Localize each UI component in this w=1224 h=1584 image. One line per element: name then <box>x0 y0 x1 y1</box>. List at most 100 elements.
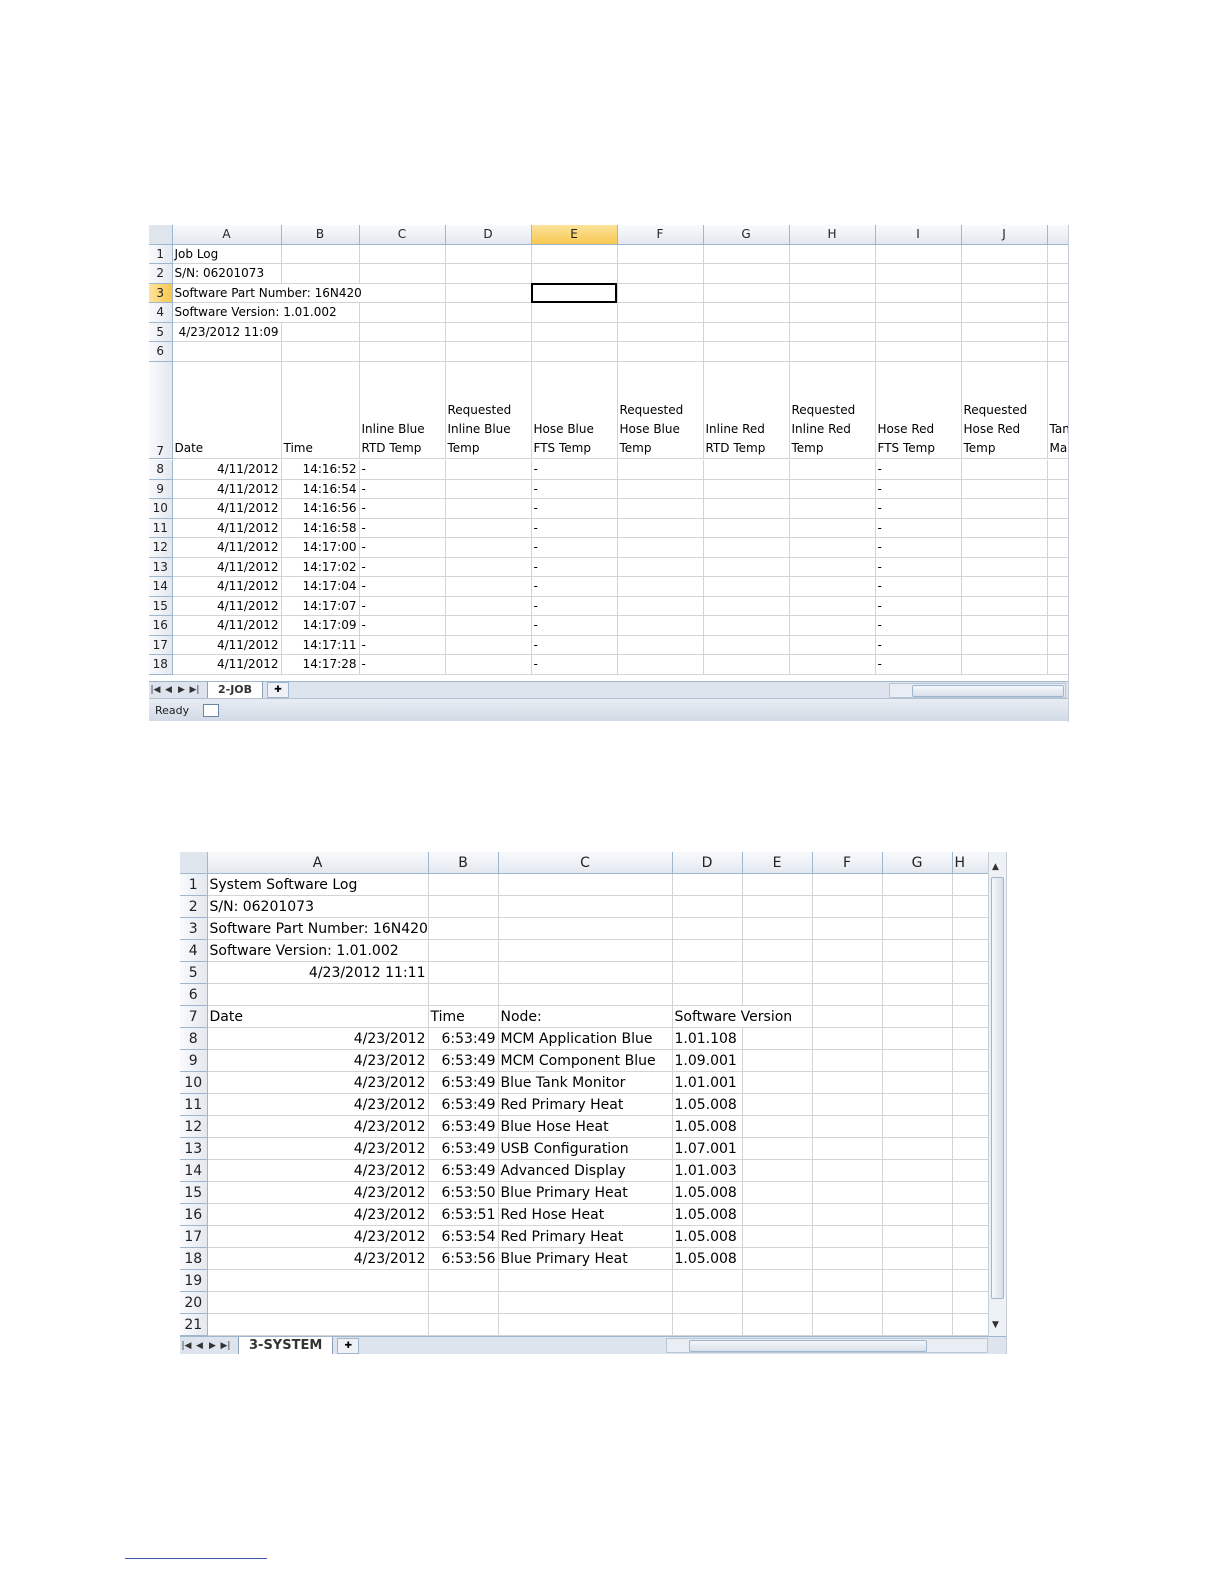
cell[interactable]: - <box>531 576 618 597</box>
date-cell[interactable]: 4/11/2012 <box>172 576 282 597</box>
cell[interactable] <box>1047 460 1068 480</box>
date-cell[interactable]: 4/23/2012 <box>207 1115 429 1138</box>
cell[interactable] <box>445 283 532 303</box>
cell[interactable] <box>961 244 1048 264</box>
time-cell[interactable]: 14:17:04 <box>281 576 360 597</box>
time-cell[interactable]: 6:53:49 <box>428 1115 499 1138</box>
date-cell[interactable]: 4/11/2012 <box>172 479 282 499</box>
time-cell[interactable]: 14:16:58 <box>281 518 360 538</box>
cell[interactable] <box>812 1313 883 1336</box>
cell[interactable] <box>1047 576 1068 597</box>
column-header-c[interactable]: C <box>359 225 446 245</box>
cell[interactable] <box>742 939 813 962</box>
first-sheet-icon[interactable]: |◀ <box>149 685 162 695</box>
first-sheet-icon[interactable]: |◀ <box>180 1341 193 1351</box>
last-sheet-icon[interactable]: ▶| <box>188 685 201 695</box>
cell[interactable] <box>703 596 790 616</box>
date-cell[interactable]: 4/23/2012 <box>207 1203 429 1226</box>
cell[interactable] <box>531 263 618 284</box>
column-title-node[interactable]: Node: <box>498 1005 673 1028</box>
cell[interactable] <box>742 1027 813 1050</box>
cell[interactable] <box>445 596 532 616</box>
cell[interactable] <box>445 244 532 264</box>
row-header[interactable]: 8 <box>149 460 173 480</box>
cell[interactable] <box>445 479 532 499</box>
column-header-g[interactable]: G <box>882 852 953 874</box>
cell[interactable] <box>812 1203 883 1226</box>
date-cell[interactable]: 4/23/2012 <box>207 1093 429 1116</box>
cell[interactable]: - <box>359 596 446 616</box>
cell[interactable] <box>812 1115 883 1138</box>
cell[interactable] <box>961 557 1048 577</box>
cell[interactable] <box>882 1225 953 1248</box>
cell[interactable] <box>742 1247 813 1270</box>
cell[interactable] <box>703 263 790 284</box>
cell[interactable] <box>882 1049 953 1072</box>
cell[interactable] <box>445 263 532 284</box>
cell[interactable]: System Software Log <box>207 874 429 896</box>
cell[interactable] <box>672 1269 743 1292</box>
time-cell[interactable]: 14:17:11 <box>281 635 360 655</box>
column-header-a[interactable]: A <box>172 225 282 245</box>
cell[interactable] <box>812 1049 883 1072</box>
cell[interactable] <box>812 1027 883 1050</box>
cell[interactable] <box>703 518 790 538</box>
cell[interactable]: - <box>875 498 962 519</box>
cell[interactable] <box>961 518 1048 538</box>
cell[interactable] <box>445 341 532 362</box>
column-title[interactable]: Requested Inline Blue Temp <box>445 361 532 459</box>
date-cell[interactable]: 4/11/2012 <box>172 537 282 558</box>
cell[interactable] <box>445 537 532 558</box>
cell[interactable] <box>172 341 282 362</box>
date-cell[interactable]: 4/23/2012 <box>207 1225 429 1248</box>
version-cell[interactable]: 1.09.001 <box>672 1049 743 1072</box>
cell[interactable]: - <box>359 654 446 675</box>
sheet-tab-3-system[interactable]: 3-SYSTEM <box>238 1336 334 1354</box>
column-header-f[interactable]: F <box>617 225 704 245</box>
column-title-software-version[interactable]: Software Version <box>672 1005 792 1028</box>
cell[interactable] <box>531 302 618 323</box>
cell[interactable] <box>882 1071 953 1094</box>
cell[interactable] <box>703 460 790 480</box>
row-header[interactable]: 5 <box>180 961 208 984</box>
node-cell[interactable]: USB Configuration <box>498 1137 673 1160</box>
row-header[interactable]: 7 <box>149 361 173 459</box>
cell[interactable] <box>961 498 1048 519</box>
cell[interactable] <box>812 1225 883 1248</box>
cell[interactable] <box>617 244 704 264</box>
row-header[interactable]: 13 <box>149 557 173 577</box>
cell[interactable] <box>882 1203 953 1226</box>
cell[interactable] <box>882 1269 953 1292</box>
column-title[interactable]: Hose Red FTS Temp <box>875 361 962 459</box>
cell[interactable] <box>617 635 704 655</box>
row-header[interactable]: 6 <box>180 983 208 1006</box>
row-header[interactable]: 14 <box>149 576 173 597</box>
cell[interactable] <box>359 302 446 323</box>
cell[interactable] <box>875 302 962 323</box>
version-cell[interactable]: 1.07.001 <box>672 1137 743 1160</box>
cell[interactable]: - <box>359 518 446 538</box>
cell[interactable] <box>428 895 499 918</box>
cell[interactable] <box>742 1225 813 1248</box>
cell[interactable] <box>359 283 446 303</box>
cell[interactable] <box>961 537 1048 558</box>
cell[interactable] <box>359 322 446 342</box>
cell[interactable]: - <box>359 460 446 480</box>
cell[interactable] <box>789 635 876 655</box>
row-header[interactable]: 3 <box>149 283 173 303</box>
cell[interactable]: - <box>531 557 618 577</box>
cell[interactable] <box>812 1137 883 1160</box>
cell[interactable] <box>789 557 876 577</box>
row-header[interactable]: 18 <box>180 1247 208 1270</box>
cell[interactable] <box>812 1093 883 1116</box>
node-cell[interactable]: Red Primary Heat <box>498 1225 673 1248</box>
cell[interactable] <box>812 874 883 896</box>
cell[interactable] <box>617 322 704 342</box>
cell[interactable] <box>428 983 499 1006</box>
cell[interactable] <box>882 1247 953 1270</box>
cell[interactable] <box>812 939 883 962</box>
node-cell[interactable]: Advanced Display <box>498 1159 673 1182</box>
cell[interactable] <box>1047 498 1068 519</box>
cell[interactable] <box>789 537 876 558</box>
cell[interactable] <box>789 498 876 519</box>
